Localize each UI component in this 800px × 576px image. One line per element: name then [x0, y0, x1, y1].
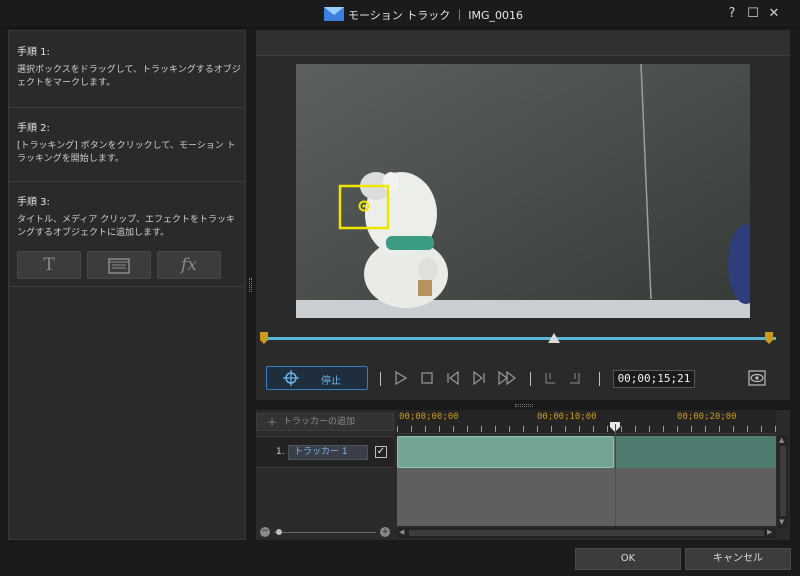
divider — [9, 286, 245, 287]
scroll-up-icon[interactable]: ▲ — [779, 436, 784, 444]
next-frame-icon[interactable] — [472, 371, 486, 385]
track-area[interactable] — [397, 436, 776, 526]
scrollbar-thumb[interactable] — [409, 530, 764, 536]
track-enable-checkbox[interactable]: ✓ — [375, 446, 387, 458]
ruler-label: 00;00;20;00 — [677, 412, 737, 422]
add-effect-button[interactable]: fx — [157, 251, 221, 279]
zoom-in-icon[interactable]: + — [380, 527, 390, 537]
scroll-down-icon[interactable]: ▼ — [779, 518, 784, 526]
step-1-description: 選択ボックスをドラッグして、トラッキングするオブジェクトをマークします。 — [17, 65, 241, 88]
scroll-right-icon[interactable]: ▶ — [767, 528, 772, 536]
playhead-line — [615, 424, 616, 526]
zoom-controls: − + — [256, 526, 394, 540]
plus-icon: + — [267, 415, 278, 429]
timeline-panel: + トラッカーの追加 00;00;00;00 00;00;10;00 00;00… — [256, 410, 790, 540]
play-icon[interactable] — [394, 371, 408, 385]
mark-out-icon[interactable] — [568, 371, 582, 385]
separator — [380, 372, 381, 386]
step-1-title: 手順 1: — [17, 47, 50, 58]
zoom-slider-thumb[interactable] — [276, 529, 282, 535]
app-logo-icon — [324, 7, 344, 21]
mark-out-handle-icon[interactable] — [763, 332, 773, 344]
vertical-scrollbar[interactable]: ▲ ▼ — [778, 436, 788, 528]
untracked-clip[interactable] — [615, 436, 776, 468]
add-media-clip-button[interactable] — [87, 251, 151, 279]
divider — [9, 181, 245, 182]
ruler-ticks — [397, 426, 776, 432]
instructions-panel: 手順 1: 選択ボックスをドラッグして、トラッキングするオブジェクトをマークしま… — [8, 30, 246, 540]
zoom-out-icon[interactable]: − — [260, 527, 270, 537]
tracking-center-dot — [362, 204, 366, 208]
scrub-position-icon[interactable] — [548, 333, 560, 343]
tracked-clip[interactable] — [397, 436, 614, 468]
cancel-button[interactable]: キャンセル — [685, 548, 791, 570]
mark-in-handle-icon[interactable] — [260, 332, 270, 344]
window-title: モーション トラック ｜ IMG_0016 — [348, 9, 524, 22]
zoom-slider[interactable] — [274, 532, 376, 533]
divider — [9, 107, 245, 108]
horizontal-scrollbar[interactable]: ◀ ▶ — [397, 528, 776, 538]
fx-icon: fx — [181, 255, 197, 275]
step-3: 手順 3: タイトル、メディア クリップ、エフェクトをトラッキングするオブジェク… — [17, 193, 241, 240]
timecode-display: 00;00;15;21 — [613, 370, 695, 388]
scrollbar-thumb[interactable] — [780, 446, 786, 516]
ok-button[interactable]: OK — [575, 548, 681, 570]
title-icon: T — [43, 255, 55, 275]
fast-forward-icon[interactable] — [498, 371, 518, 385]
step-2-description: [トラッキング] ボタンをクリックして、モーション トラッキングを開始します。 — [17, 141, 236, 164]
splitter-grip[interactable] — [249, 278, 252, 292]
close-button[interactable]: ✕ — [766, 6, 782, 22]
maximize-button[interactable]: ☐ — [745, 6, 761, 22]
film-icon — [108, 258, 130, 274]
stop-tracking-button[interactable]: 停止 — [266, 366, 368, 390]
scroll-left-icon[interactable]: ◀ — [399, 528, 404, 536]
preview-panel: 停止 00;00;15;21 — [256, 30, 790, 400]
add-tracker-label: トラッカーの追加 — [283, 417, 356, 427]
step-1: 手順 1: 選択ボックスをドラッグして、トラッキングするオブジェクトをマークしま… — [17, 43, 241, 90]
track-name-field[interactable]: トラッカー 1 — [288, 445, 368, 460]
table-surface — [296, 300, 750, 318]
separator — [599, 372, 600, 386]
preview-mode-icon[interactable] — [748, 370, 766, 386]
add-title-button[interactable]: T — [17, 251, 81, 279]
stop-label: 停止 — [321, 376, 341, 387]
track-number: 1. — [276, 447, 285, 457]
add-tracker-button[interactable]: + トラッカーの追加 — [256, 413, 394, 431]
step-2: 手順 2: [トラッキング] ボタンをクリックして、モーション トラッキングを開… — [17, 119, 241, 166]
timeline-ruler[interactable]: 00;00;00;00 00;00;10;00 00;00;20;00 — [397, 410, 776, 434]
step-2-title: 手順 2: — [17, 123, 50, 134]
previous-frame-icon[interactable] — [446, 371, 460, 385]
ruler-label: 00;00;00;00 — [399, 412, 459, 422]
preview-header — [256, 30, 790, 56]
track-header: 1. トラッカー 1 ✓ — [256, 436, 394, 468]
scrub-bar[interactable] — [266, 337, 776, 340]
mark-in-icon[interactable] — [543, 371, 557, 385]
separator — [530, 372, 531, 386]
ruler-label: 00;00;10;00 — [537, 412, 597, 422]
step-3-description: タイトル、メディア クリップ、エフェクトをトラッキングするオブジェクトに追加しま… — [17, 215, 235, 238]
stop-icon[interactable] — [420, 371, 434, 385]
video-preview[interactable] — [296, 64, 750, 318]
playback-controls: 停止 00;00;15;21 — [256, 360, 790, 400]
step-3-title: 手順 3: — [17, 197, 50, 208]
title-bar: モーション トラック ｜ IMG_0016 ? ☐ ✕ — [0, 0, 800, 28]
crosshair-icon — [283, 370, 299, 386]
splitter-grip[interactable] — [515, 404, 533, 407]
help-button[interactable]: ? — [724, 6, 740, 22]
